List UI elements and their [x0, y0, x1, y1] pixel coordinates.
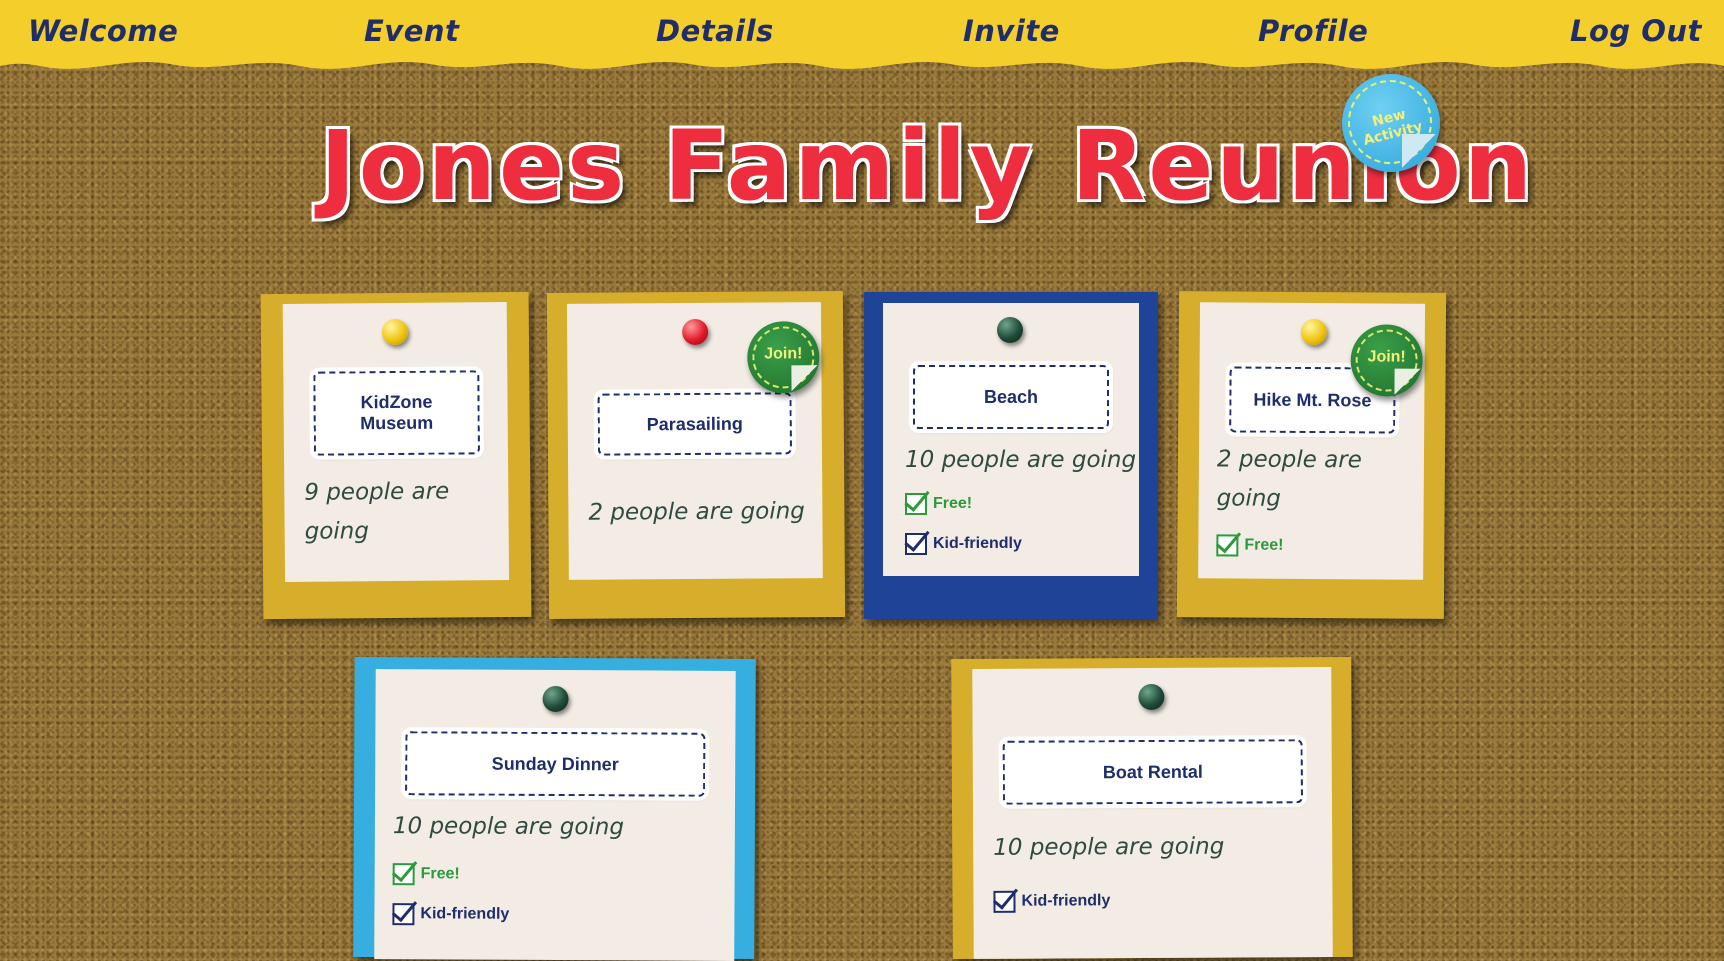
activity-name-label: Sunday Dinner — [405, 731, 706, 797]
nav-profile[interactable]: Profile — [1258, 14, 1368, 48]
pin-icon — [997, 317, 1023, 343]
activity-name-label: Beach — [913, 365, 1109, 429]
activity-card-hike-mt-rose[interactable]: Hike Mt. Rose 2 people are going Free! J… — [1176, 291, 1447, 619]
checkbox-checked-icon — [993, 890, 1016, 913]
sticker-curl-icon — [791, 365, 818, 392]
kid-friendly-label: Kid-friendly — [420, 905, 510, 923]
free-tag: Free! — [905, 493, 972, 515]
join-button[interactable]: Join! — [747, 321, 820, 394]
join-button[interactable]: Join! — [1350, 324, 1423, 397]
activity-name-label: KidZone Museum — [313, 370, 480, 456]
nav-invite[interactable]: Invite — [963, 14, 1060, 48]
attendance-text: 2 people are going — [1217, 440, 1362, 519]
pin-icon — [682, 318, 709, 346]
sticker-curl-icon — [1394, 368, 1421, 395]
activity-name-line2: Museum — [360, 412, 434, 434]
join-label: Join! — [1367, 348, 1406, 366]
pin-icon — [542, 685, 569, 713]
attendance-text: 10 people are going — [905, 447, 1137, 473]
checkbox-checked-icon — [392, 863, 415, 886]
attendance-line1: 2 people are — [1216, 446, 1362, 474]
nav-event[interactable]: Event — [364, 14, 459, 48]
attendance-text: 9 people are going — [304, 473, 450, 552]
kid-friendly-tag: Kid-friendly — [993, 890, 1110, 913]
nav-welcome[interactable]: Welcome — [28, 14, 178, 48]
attendance-line2: going — [304, 518, 370, 545]
checkbox-checked-icon — [392, 903, 415, 926]
attendance-line2: going — [1216, 485, 1282, 512]
checkbox-checked-icon — [905, 493, 927, 515]
attendance-text: 2 people are going — [588, 498, 805, 526]
kid-friendly-label: Kid-friendly — [933, 535, 1022, 552]
activity-card-parasailing[interactable]: Parasailing 2 people are going Join! — [546, 290, 846, 620]
page-title: Jones Family Reunion — [320, 110, 1536, 222]
free-label: Free! — [420, 865, 460, 883]
pin-icon — [1300, 318, 1327, 346]
activity-card-beach[interactable]: Beach 10 people are going Free! Kid-frie… — [864, 292, 1158, 619]
checkbox-checked-icon — [905, 533, 927, 555]
join-label: Join! — [764, 345, 803, 363]
activity-card-sunday-dinner[interactable]: Sunday Dinner 10 people are going Free! … — [353, 656, 756, 961]
attendance-text: 10 people are going — [993, 833, 1225, 861]
nav-log-out[interactable]: Log Out — [1570, 14, 1702, 48]
nav-details[interactable]: Details — [656, 14, 774, 48]
attendance-line1: 9 people are — [304, 478, 450, 506]
activity-card-boat-rental[interactable]: Boat Rental 10 people are going Kid-frie… — [951, 656, 1353, 960]
kid-friendly-tag: Kid-friendly — [392, 903, 509, 926]
activity-name-label: Boat Rental — [1002, 739, 1303, 805]
sticker-curl-icon — [1402, 134, 1436, 168]
free-tag: Free! — [1216, 534, 1284, 557]
kid-friendly-tag: Kid-friendly — [905, 533, 1022, 555]
top-nav: Welcome Event Details Invite Profile Log… — [0, 0, 1724, 60]
activity-card-kidzone-museum[interactable]: KidZone Museum 9 people are going — [260, 291, 532, 620]
pin-icon — [381, 318, 409, 346]
new-activity-badge[interactable]: New Activity — [1342, 74, 1440, 172]
activity-name-line1: KidZone — [360, 391, 433, 413]
free-label: Free! — [933, 495, 973, 512]
free-tag: Free! — [392, 863, 460, 886]
activity-name-label: Parasailing — [597, 392, 792, 456]
kid-friendly-label: Kid-friendly — [1021, 892, 1111, 910]
attendance-text: 10 people are going — [392, 813, 625, 841]
pin-icon — [1138, 683, 1165, 711]
free-label: Free! — [1244, 536, 1284, 554]
checkbox-checked-icon — [1216, 534, 1239, 557]
